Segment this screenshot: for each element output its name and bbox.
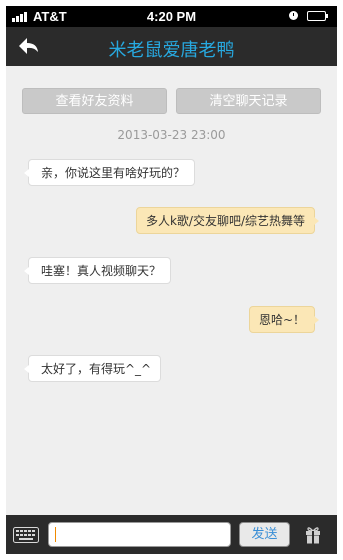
alarm-icon xyxy=(289,11,298,20)
text-cursor xyxy=(55,527,56,542)
view-profile-button[interactable]: 查看好友资料 xyxy=(22,88,167,114)
clear-history-button[interactable]: 清空聊天记录 xyxy=(176,88,321,114)
gift-icon[interactable] xyxy=(304,525,322,544)
battery-icon xyxy=(307,11,328,21)
incoming-message: 太好了，有得玩^_^ xyxy=(23,355,162,382)
message-input[interactable] xyxy=(48,522,231,547)
phone-screen: AT&T 4:20 PM 米老鼠爱唐老鸭 查看好友资料 清空聊天记录 2013-… xyxy=(6,6,337,554)
outgoing-message: 多人k歌/交友聊吧/综艺热舞等 xyxy=(135,207,320,234)
send-button[interactable]: 发送 xyxy=(239,522,290,547)
message-timestamp: 2013-03-23 23:00 xyxy=(117,128,226,142)
status-bar: AT&T 4:20 PM xyxy=(6,6,337,27)
chat-title: 米老鼠爱唐老鸭 xyxy=(108,40,235,61)
navigation-bar: 米老鼠爱唐老鸭 xyxy=(6,27,337,66)
incoming-message: 亲，你说这里有啥好玩的？ xyxy=(23,159,196,186)
keyboard-icon[interactable] xyxy=(13,527,39,543)
status-time: 4:20 PM xyxy=(146,9,197,24)
outgoing-message: 恩哈~！ xyxy=(248,306,320,333)
incoming-message: 哇塞！真人视频聊天？ xyxy=(23,257,172,284)
input-bar: 发送 xyxy=(6,515,337,554)
